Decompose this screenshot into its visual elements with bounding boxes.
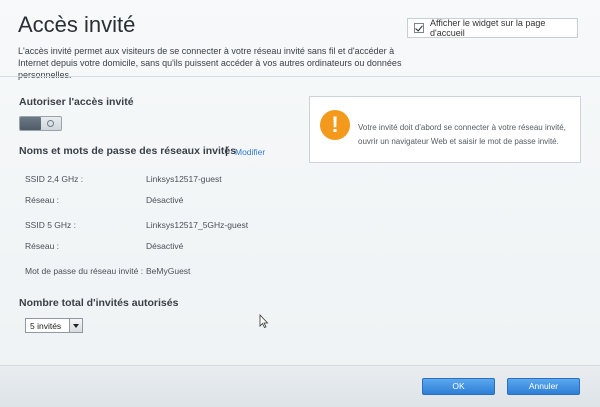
guest-count-select[interactable]: 5 invités — [25, 318, 83, 333]
guest-count-value: 5 invités — [30, 320, 62, 331]
heading-separator: | — [225, 145, 228, 157]
ssid-24-value: Linksys12517-guest — [146, 174, 222, 184]
network-24-label: Réseau : — [25, 195, 60, 205]
guest-password-label: Mot de passe du réseau invité : — [25, 266, 144, 276]
guest-access-dialog: Accès invité Afficher le widget sur la p… — [0, 0, 600, 407]
guest-password-value: BeMyGuest — [146, 266, 191, 276]
checkbox-checked-icon[interactable] — [414, 23, 424, 33]
ok-button[interactable]: OK — [422, 378, 495, 395]
allow-guest-access-heading: Autoriser l'accès invité — [19, 96, 134, 108]
warning-icon: ! — [320, 110, 350, 140]
network-5-label: Réseau : — [25, 241, 60, 251]
ssid-5-value: Linksys12517_5GHz-guest — [146, 220, 249, 230]
total-guests-heading: Nombre total d'invités autorisés — [19, 297, 179, 309]
toggle-knob — [20, 117, 41, 130]
guest-access-toggle[interactable] — [19, 116, 62, 131]
header-divider — [0, 76, 600, 77]
guest-networks-heading: Noms et mots de passe des réseaux invité… — [19, 145, 237, 157]
mouse-cursor-icon — [259, 314, 269, 328]
modify-link[interactable]: Modifier — [235, 147, 265, 157]
show-widget-label: Afficher le widget sur la page d'accueil — [430, 18, 546, 38]
network-24-value: Désactivé — [146, 195, 184, 205]
toggle-off-icon — [47, 120, 54, 127]
info-text: Votre invité doit d'abord se connecter à… — [358, 123, 566, 146]
ssid-24-label: SSID 2,4 GHz : — [25, 174, 84, 184]
ssid-5-label: SSID 5 GHz : — [25, 220, 77, 230]
info-panel: ! Votre invité doit d'abord se connecter… — [309, 96, 581, 163]
network-5-value: Désactivé — [146, 241, 184, 251]
chevron-down-icon[interactable] — [69, 319, 82, 332]
cancel-button[interactable]: Annuler — [507, 378, 580, 395]
page-title: Accès invité — [18, 12, 136, 37]
show-widget-checkbox[interactable]: Afficher le widget sur la page d'accueil — [407, 18, 578, 38]
